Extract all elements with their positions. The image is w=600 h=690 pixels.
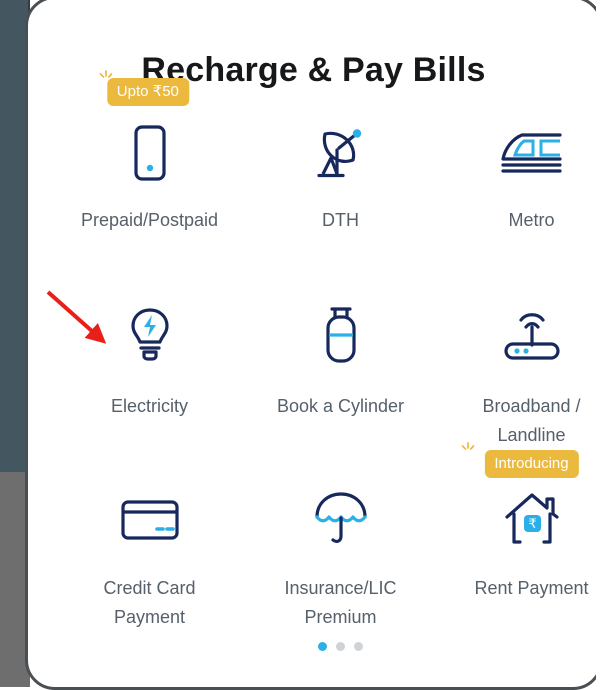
house-rupee-icon: ₹ <box>500 488 564 550</box>
service-label-credit-card-payment: Credit Card Payment <box>103 578 196 627</box>
service-label-rent-payment: Rent Payment <box>474 578 589 598</box>
wifi-router-icon <box>500 304 564 366</box>
service-tile-broadband-landline[interactable]: Broadband / Landline <box>436 274 600 460</box>
left-chrome-strip-upper <box>0 0 30 472</box>
service-label-book-a-cylinder: Book a Cylinder <box>276 396 405 416</box>
service-tile-rent-payment[interactable]: Introducing ₹ Rent Payment <box>436 442 600 646</box>
pagination-dot-1[interactable] <box>318 642 327 651</box>
metro-train-icon <box>500 122 564 184</box>
credit-card-icon <box>118 488 182 550</box>
mobile-phone-icon <box>118 122 182 184</box>
promo-badge-introducing: Introducing <box>484 450 579 478</box>
service-label-dth: DTH <box>322 210 359 230</box>
service-tile-metro[interactable]: Metro <box>436 88 600 274</box>
services-grid: Upto ₹50 Prepaid/Postpaid DTH Metro Elec… <box>54 70 600 646</box>
pagination-dot-3[interactable] <box>354 642 363 651</box>
service-tile-credit-card-payment[interactable]: Credit Card Payment <box>54 460 245 646</box>
light-bulb-icon <box>118 304 182 366</box>
left-chrome-strip-lower <box>0 472 30 687</box>
umbrella-icon <box>309 488 373 550</box>
gas-cylinder-icon <box>309 304 373 366</box>
service-label-electricity: Electricity <box>110 396 188 416</box>
service-tile-prepaid-postpaid[interactable]: Upto ₹50 Prepaid/Postpaid <box>54 70 245 274</box>
promo-badge-upto: Upto ₹50 <box>106 78 189 106</box>
service-tile-electricity[interactable]: Electricity <box>54 274 245 460</box>
service-tile-book-a-cylinder[interactable]: Book a Cylinder <box>245 274 436 460</box>
app-root: Recharge & Pay Bills Upto ₹50 Prepaid/Po… <box>0 0 600 690</box>
satellite-dish-icon <box>309 122 373 184</box>
service-tile-insurance-lic-premium[interactable]: Insurance/LIC Premium <box>245 460 436 646</box>
svg-text:₹: ₹ <box>528 516 536 531</box>
carousel-pagination[interactable] <box>54 642 600 651</box>
pagination-dot-2[interactable] <box>336 642 345 651</box>
service-tile-dth[interactable]: DTH <box>245 88 436 274</box>
sparkle-icon <box>461 442 474 450</box>
service-label-metro: Metro <box>508 210 555 230</box>
service-label-broadband-landline: Broadband / Landline <box>482 396 581 445</box>
right-edge-mask <box>596 0 600 687</box>
service-label-insurance-lic-premium: Insurance/LIC Premium <box>284 578 397 627</box>
service-label-prepaid-postpaid: Prepaid/Postpaid <box>80 210 219 230</box>
recharge-pay-bills-card: Recharge & Pay Bills Upto ₹50 Prepaid/Po… <box>27 0 600 687</box>
